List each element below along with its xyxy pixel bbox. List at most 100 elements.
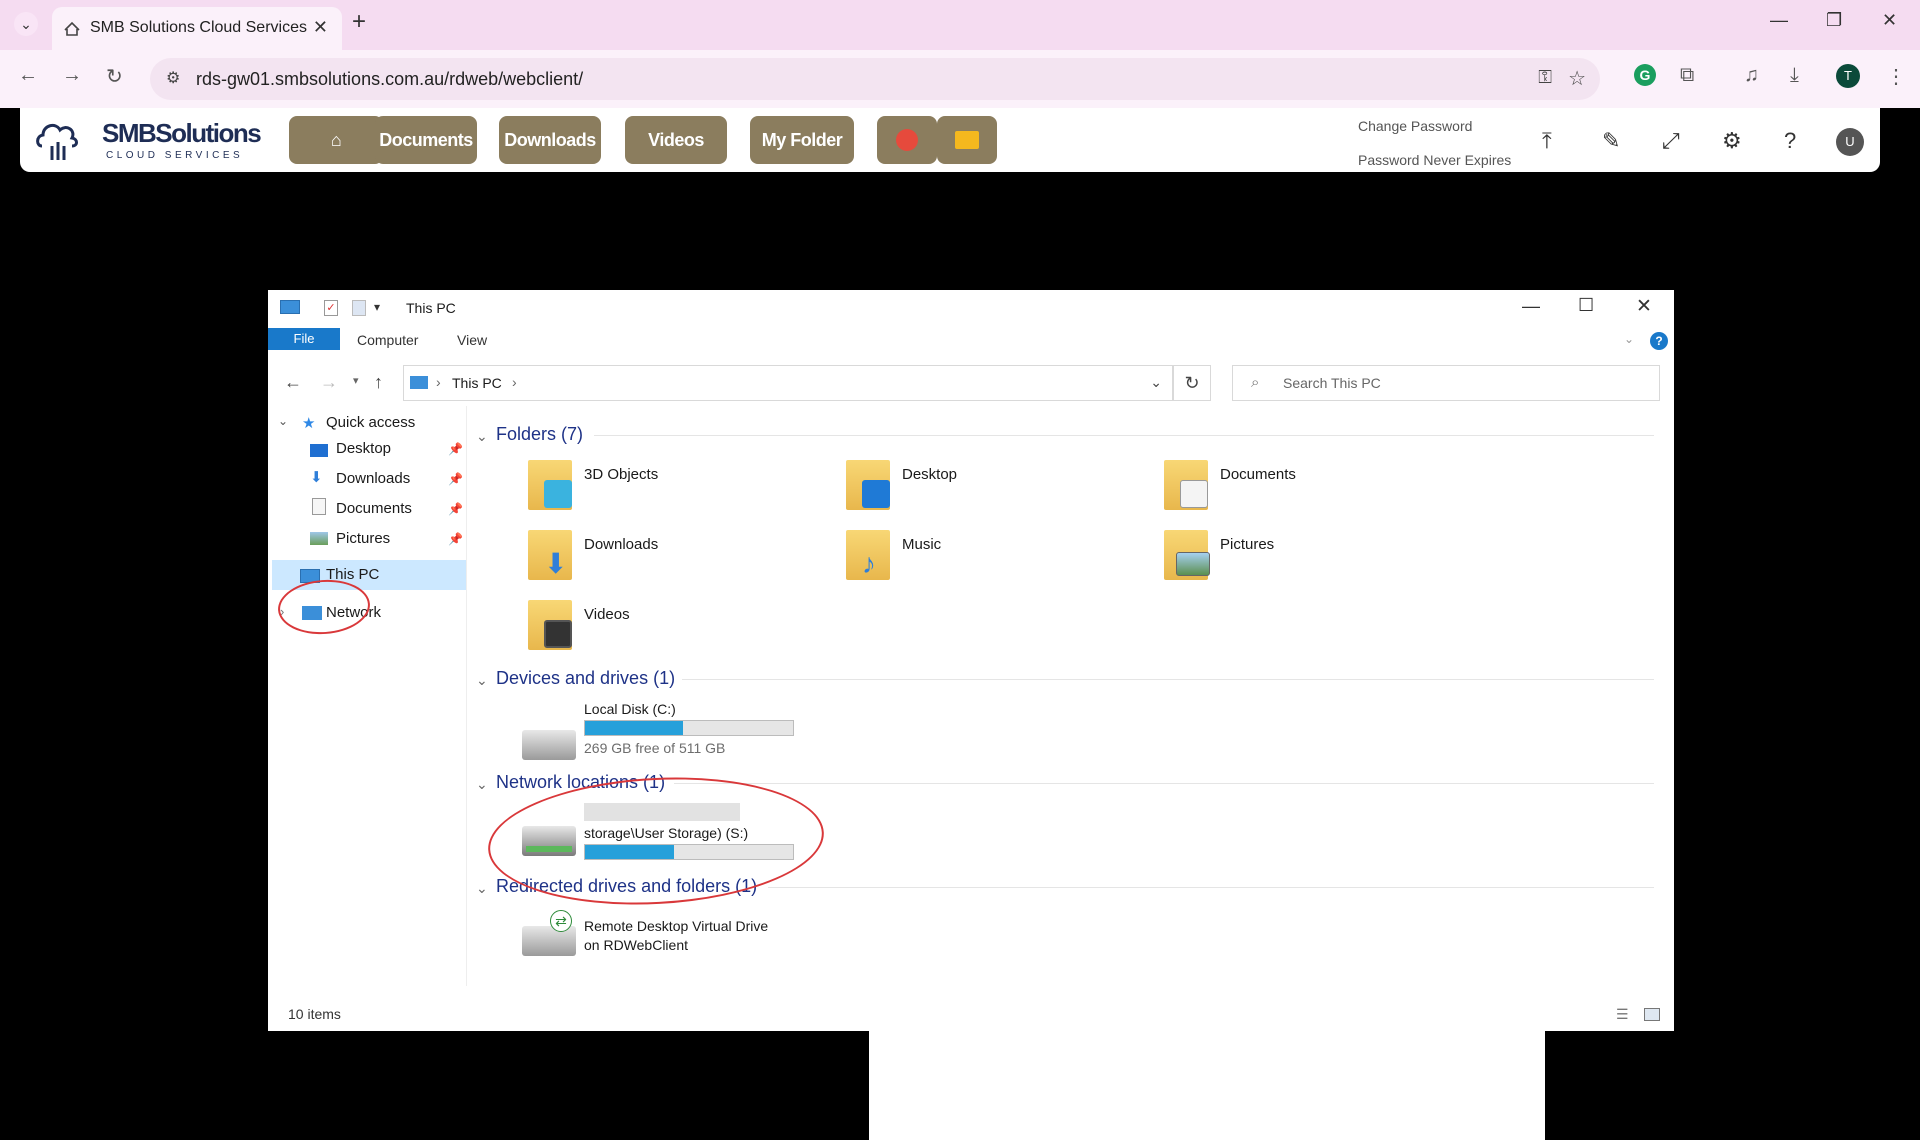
chevron-down-icon[interactable]: ⌄ (476, 776, 488, 793)
settings-gear-icon[interactable]: ⚙ (1722, 128, 1742, 154)
breadcrumb-separator-icon[interactable]: › (512, 374, 517, 390)
refresh-icon: ↻ (1184, 373, 1200, 393)
document-icon (1180, 480, 1208, 508)
change-password-link[interactable]: Change Password (1358, 118, 1472, 134)
document-icon (312, 498, 326, 515)
hard-drive-icon[interactable] (522, 730, 576, 760)
close-window-icon[interactable]: ✕ (1882, 10, 1897, 31)
folder-documents-icon[interactable] (1164, 460, 1208, 510)
back-icon[interactable]: ← (18, 64, 38, 87)
help-icon[interactable]: ? (1650, 332, 1668, 350)
sidebar-item-desktop[interactable]: Desktop (336, 440, 391, 457)
folder-3d-objects-icon[interactable] (528, 460, 572, 510)
downloads-button[interactable]: Downloads (499, 116, 601, 164)
large-icons-view-icon[interactable] (1644, 1008, 1660, 1021)
upload-icon[interactable]: ⤒ (1542, 128, 1552, 154)
grammarly-icon[interactable]: G (1634, 64, 1656, 86)
folder-label[interactable]: Videos (584, 606, 630, 623)
divider (674, 783, 1654, 784)
chevron-down-icon[interactable]: ⌄ (476, 428, 488, 445)
folder-desktop-icon[interactable] (846, 460, 890, 510)
folder-pictures-icon[interactable] (1164, 530, 1210, 580)
help-icon[interactable]: ? (1784, 128, 1796, 154)
downloads-icon[interactable]: ⤓ (1790, 64, 1799, 87)
search-input[interactable]: ⌕ Search This PC (1232, 365, 1660, 401)
pin-icon: 📌 (448, 532, 463, 546)
remote-desktop-button[interactable] (877, 116, 937, 164)
browser-toolbar: ← → ↻ ⚙ rds-gw01.smbsolutions.com.au/rdw… (0, 50, 1920, 108)
profile-avatar[interactable]: T (1836, 64, 1860, 88)
address-bar[interactable]: › This PC › ⌄ (403, 365, 1173, 401)
sidebar-item-quick-access[interactable]: Quick access (326, 414, 415, 431)
film-strip-icon (544, 620, 572, 648)
search-placeholder: Search This PC (1283, 375, 1381, 391)
new-tab-icon[interactable]: + (352, 8, 366, 36)
new-folder-icon[interactable] (352, 300, 366, 316)
videos-button[interactable]: Videos (625, 116, 727, 164)
unpin-icon[interactable]: ✎ (1602, 128, 1620, 154)
sidebar-item-downloads[interactable]: Downloads (336, 470, 410, 487)
user-avatar[interactable]: U (1836, 128, 1864, 156)
forward-icon[interactable]: → (320, 372, 338, 393)
site-info-icon[interactable]: ⚙ (166, 68, 180, 88)
breadcrumb[interactable]: This PC (452, 375, 502, 391)
group-header-folders[interactable]: Folders (7) (496, 424, 583, 445)
extensions-icon[interactable]: ⧉ (1680, 64, 1694, 87)
minimize-icon[interactable]: — (1770, 10, 1788, 31)
redirected-drive-line2[interactable]: on RDWebClient (584, 937, 688, 953)
my-folder-button[interactable]: My Folder (750, 116, 854, 164)
redirect-arrows-icon: ⇄ (550, 910, 572, 932)
tab-list-chevron-icon[interactable]: ⌄ (14, 12, 38, 36)
folder-label[interactable]: Desktop (902, 466, 957, 483)
bookmark-star-icon[interactable]: ☆ (1568, 66, 1586, 91)
chevron-down-icon[interactable]: ⌄ (1150, 374, 1162, 391)
documents-button[interactable]: Documents (375, 116, 477, 164)
chevron-down-icon[interactable]: ⌄ (476, 880, 488, 897)
redirected-drive-line1[interactable]: Remote Desktop Virtual Drive (584, 918, 768, 934)
menu-kebab-icon[interactable]: ⋮ (1886, 64, 1906, 89)
logo-wordmark: SMBSolutions (102, 118, 262, 148)
chevron-down-icon[interactable]: ⌄ (476, 672, 488, 689)
media-controls-icon[interactable]: ♫ (1744, 64, 1759, 87)
folder-label[interactable]: Documents (1220, 466, 1296, 483)
sidebar-item-pictures[interactable]: Pictures (336, 530, 390, 547)
reload-icon[interactable]: ↻ (106, 64, 123, 89)
properties-icon[interactable]: ✓ (324, 300, 338, 316)
minimize-icon[interactable]: — (1522, 296, 1540, 317)
folder-label[interactable]: Pictures (1220, 536, 1274, 553)
folder-label[interactable]: Downloads (584, 536, 658, 553)
close-icon[interactable]: ✕ (1636, 295, 1652, 318)
home-button[interactable]: ⌂ (289, 116, 383, 164)
expand-chevron-icon[interactable]: ⌄ (278, 414, 288, 428)
local-disk-usage-bar (584, 720, 794, 736)
password-key-icon[interactable]: ⚿ (1538, 67, 1552, 88)
folder-downloads-icon[interactable]: ⬇ (528, 530, 572, 580)
qat-dropdown-icon[interactable]: ▾ (374, 300, 380, 314)
restore-icon[interactable]: ❐ (1826, 10, 1842, 31)
divider (594, 435, 1654, 436)
group-header-devices[interactable]: Devices and drives (1) (496, 668, 675, 689)
expand-ribbon-icon[interactable]: ⌄ (1624, 332, 1634, 346)
file-explorer-button[interactable] (937, 116, 997, 164)
tab-file[interactable]: File (268, 328, 340, 350)
details-view-icon[interactable]: ☰ (1616, 1006, 1629, 1023)
folder-videos-icon[interactable] (528, 600, 572, 650)
tab-view[interactable]: View (457, 332, 487, 348)
folder-music-icon[interactable]: ♪ (846, 530, 890, 580)
local-disk-name[interactable]: Local Disk (C:) (584, 701, 676, 717)
folder-label[interactable]: 3D Objects (584, 466, 658, 483)
forward-icon[interactable]: → (62, 64, 82, 87)
tab-computer[interactable]: Computer (357, 332, 418, 348)
close-tab-icon[interactable]: ✕ (313, 17, 328, 38)
back-icon[interactable]: ← (284, 372, 302, 393)
browser-tab[interactable]: SMB Solutions Cloud Services ✕ (52, 7, 342, 50)
address-bar[interactable]: ⚙ rds-gw01.smbsolutions.com.au/rdweb/web… (150, 58, 1600, 100)
recent-locations-icon[interactable]: ▾ (353, 374, 359, 387)
refresh-button[interactable]: ↻ (1173, 365, 1211, 401)
maximize-icon[interactable]: ☐ (1578, 295, 1594, 316)
redirected-drive-icon[interactable]: ⇄ (522, 910, 576, 956)
fullscreen-icon[interactable]: ⤢ (1662, 128, 1680, 154)
up-icon[interactable]: ↑ (374, 372, 383, 393)
folder-label[interactable]: Music (902, 536, 941, 553)
sidebar-item-documents[interactable]: Documents (336, 500, 412, 517)
